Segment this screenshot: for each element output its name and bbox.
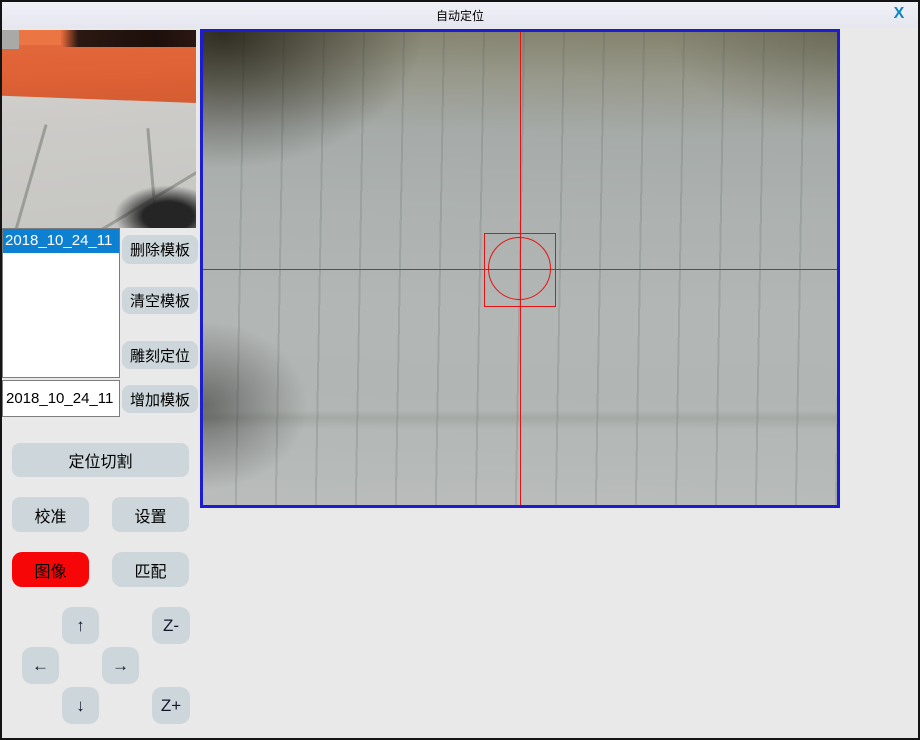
preview-dark-band [62, 30, 196, 47]
template-name-field[interactable] [2, 380, 120, 417]
title-bar: 自动定位 [2, 2, 918, 28]
camera-view[interactable] [200, 29, 840, 508]
auto-position-dialog: 自动定位 X 2018_10_24_11 删除模板 清空模板 雕刻定位 增加模板… [0, 0, 920, 740]
z-plus-label: Z+ [161, 696, 181, 716]
jog-down-button[interactable]: ↓ [62, 687, 99, 724]
engrave-position-button[interactable]: 雕刻定位 [122, 341, 198, 369]
camera-feed-image [203, 32, 837, 505]
position-cut-button[interactable]: 定位切割 [12, 443, 189, 477]
template-list[interactable]: 2018_10_24_11 [2, 228, 120, 378]
page-title: 自动定位 [436, 7, 484, 24]
z-minus-label: Z- [163, 616, 179, 636]
add-template-button[interactable]: 增加模板 [122, 385, 198, 413]
preview-dark-blob [96, 175, 196, 228]
preview-grey-block [2, 30, 19, 49]
jog-up-button[interactable]: ↑ [62, 607, 99, 644]
match-button[interactable]: 匹配 [112, 552, 189, 587]
close-icon[interactable]: X [888, 3, 910, 25]
arrow-up-icon: ↑ [76, 616, 85, 636]
jog-left-button[interactable]: ← [22, 647, 59, 684]
settings-button[interactable]: 设置 [112, 497, 189, 532]
delete-template-button[interactable]: 删除模板 [122, 235, 198, 264]
jog-z-minus-button[interactable]: Z- [152, 607, 190, 644]
target-circle [488, 237, 551, 300]
arrow-left-icon: ← [32, 656, 49, 676]
arrow-right-icon: → [112, 656, 129, 676]
image-button-active[interactable]: 图像 [12, 552, 89, 587]
arrow-down-icon: ↓ [76, 696, 85, 716]
calibrate-button[interactable]: 校准 [12, 497, 89, 532]
jog-z-plus-button[interactable]: Z+ [152, 687, 190, 724]
list-item[interactable]: 2018_10_24_11 [3, 229, 119, 253]
jog-right-button[interactable]: → [102, 647, 139, 684]
preview-tile-line [7, 124, 47, 228]
preview-orange-block [19, 30, 61, 45]
template-preview-image [2, 30, 196, 228]
clear-templates-button[interactable]: 清空模板 [122, 287, 198, 314]
